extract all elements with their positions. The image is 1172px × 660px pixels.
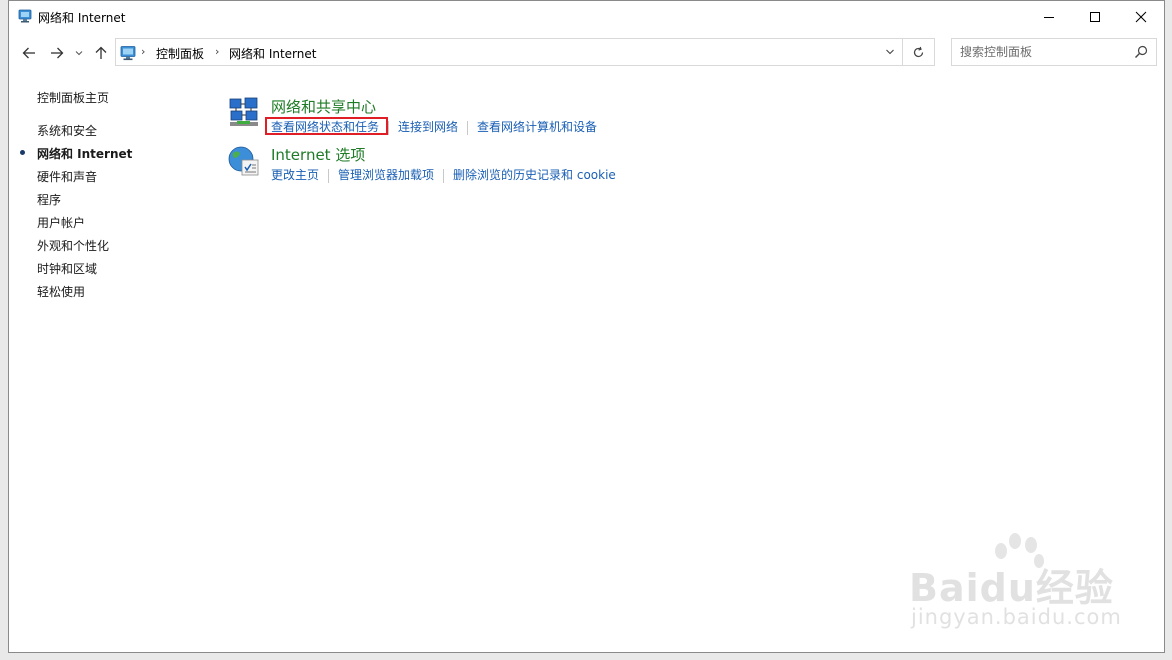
- navigation-bar: › 控制面板 › 网络和 Internet: [9, 38, 1164, 68]
- sidebar-item-user-accounts[interactable]: 用户帐户: [37, 214, 85, 231]
- close-icon: [1135, 11, 1147, 22]
- maximize-button[interactable]: [1072, 1, 1118, 32]
- chevron-down-icon: [75, 51, 83, 56]
- up-button[interactable]: [93, 38, 109, 68]
- search-box[interactable]: [951, 38, 1157, 66]
- back-button[interactable]: [19, 38, 39, 68]
- address-history-button[interactable]: [878, 39, 902, 65]
- minimize-button[interactable]: [1026, 1, 1072, 32]
- chevron-down-icon: [886, 49, 894, 55]
- sidebar-item-system-security[interactable]: 系统和安全: [37, 122, 97, 139]
- window-title: 网络和 Internet: [38, 11, 126, 25]
- link-divider: [443, 168, 445, 183]
- category-title-internet-options[interactable]: Internet 选项: [271, 144, 365, 165]
- category-title-network-sharing[interactable]: 网络和共享中心: [271, 96, 376, 117]
- baidu-watermark: Baidu经验 jingyan.baidu.com: [899, 533, 1129, 643]
- sidebar-item-label: 网络和 Internet: [37, 147, 133, 161]
- minimize-icon: [1044, 16, 1054, 18]
- refresh-icon: [913, 46, 924, 57]
- control-panel-icon: [18, 9, 32, 23]
- link-connect-to-network[interactable]: 连接到网络: [398, 118, 458, 135]
- category-links-internet-options: 更改主页 管理浏览器加载项 删除浏览的历史记录和 cookie: [271, 166, 616, 183]
- sidebar-item-ease-of-access[interactable]: 轻松使用: [37, 283, 85, 300]
- search-input[interactable]: [960, 44, 1120, 60]
- breadcrumb-network-internet[interactable]: 网络和 Internet: [229, 45, 316, 62]
- link-view-network-computers[interactable]: 查看网络计算机和设备: [477, 118, 597, 135]
- sidebar-item-network-internet[interactable]: 网络和 Internet: [20, 145, 133, 162]
- refresh-button[interactable]: [903, 38, 935, 66]
- internet-options-icon[interactable]: [227, 144, 261, 178]
- search-icon[interactable]: [1134, 45, 1148, 59]
- address-bar[interactable]: › 控制面板 › 网络和 Internet: [115, 38, 903, 66]
- close-button[interactable]: [1118, 1, 1164, 32]
- breadcrumb-separator-icon[interactable]: ›: [215, 45, 219, 58]
- breadcrumb-separator-icon[interactable]: ›: [141, 45, 145, 58]
- sidebar-item-programs[interactable]: 程序: [37, 191, 61, 208]
- watermark-url: jingyan.baidu.com: [911, 605, 1122, 629]
- breadcrumb-control-panel[interactable]: 控制面板: [156, 45, 204, 62]
- link-divider: [467, 120, 469, 135]
- link-delete-browsing-history[interactable]: 删除浏览的历史记录和 cookie: [453, 166, 616, 183]
- current-page-bullet-icon: [20, 150, 25, 155]
- network-sharing-icon[interactable]: [227, 96, 261, 130]
- arrow-right-icon: [51, 47, 64, 59]
- sidebar-item-appearance[interactable]: 外观和个性化: [37, 237, 109, 254]
- arrow-up-icon: [95, 46, 107, 59]
- maximize-icon: [1090, 11, 1100, 22]
- control-panel-icon: [120, 46, 136, 61]
- title-bar: 网络和 Internet: [9, 1, 1164, 32]
- recent-locations-button[interactable]: [73, 38, 85, 68]
- sidebar-item-clock-region[interactable]: 时钟和区域: [37, 260, 97, 277]
- sidebar-item-control-panel-home[interactable]: 控制面板主页: [37, 89, 109, 106]
- forward-button[interactable]: [47, 38, 67, 68]
- arrow-left-icon: [22, 47, 35, 59]
- link-divider: [328, 168, 330, 183]
- link-divider: [388, 120, 390, 135]
- watermark-brand: Baidu经验: [909, 566, 1114, 610]
- sidebar-item-hardware-sound[interactable]: 硬件和声音: [37, 168, 97, 185]
- link-manage-addons[interactable]: 管理浏览器加载项: [338, 166, 434, 183]
- control-panel-window: 网络和 Internet › 控制面板 › 网络和 Internet 搜索控制面…: [8, 0, 1165, 653]
- link-change-home-page[interactable]: 更改主页: [271, 166, 319, 183]
- red-highlight-annotation: [265, 117, 388, 135]
